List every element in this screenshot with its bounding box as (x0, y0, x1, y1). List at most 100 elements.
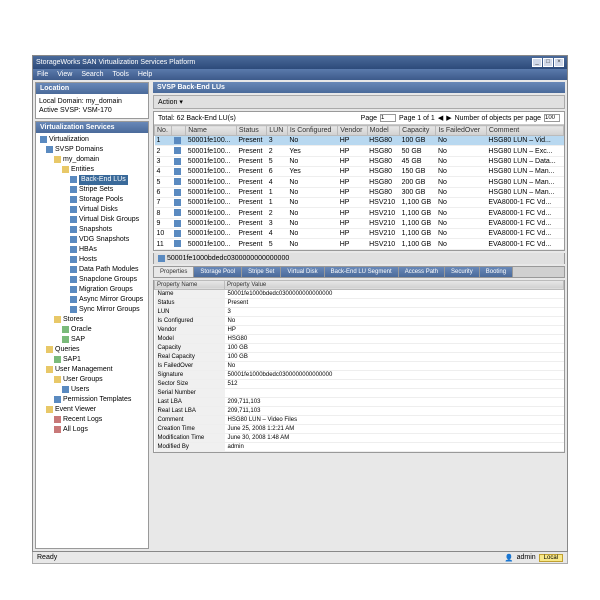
disk-icon (174, 147, 181, 154)
tree-node[interactable]: Recent Logs (38, 415, 146, 425)
column-header[interactable]: Name (186, 126, 237, 136)
property-row: Serial Number (155, 388, 564, 397)
tree-node[interactable]: All Logs (38, 425, 146, 435)
tree-node[interactable]: Virtualization (38, 135, 146, 145)
close-button[interactable]: × (554, 58, 564, 67)
tree-node[interactable]: SVSP Domains (38, 145, 146, 155)
active-svsp-value: VSM-170 (83, 107, 112, 114)
table-row[interactable]: 1150001fe100...Present5NoHPHSV2101,100 G… (155, 239, 564, 249)
tree-node[interactable]: Data Path Modules (38, 265, 146, 275)
menu-tools[interactable]: Tools (113, 71, 129, 78)
tree-node[interactable]: SAP (38, 335, 146, 345)
column-header[interactable]: Model (367, 126, 400, 136)
tree-node[interactable]: Queries (38, 345, 146, 355)
column-header[interactable]: Vendor (338, 126, 367, 136)
tab-properties[interactable]: Properties (154, 267, 194, 277)
tab-booting[interactable]: Booting (480, 267, 513, 277)
tree-node[interactable]: Event Viewer (38, 405, 146, 415)
property-row: Real Capacity100 GB (155, 352, 564, 361)
local-domain-value: my_domain (86, 98, 122, 105)
property-row: Is FailedOverNo (155, 361, 564, 370)
tab-access-path[interactable]: Access Path (399, 267, 445, 277)
column-header[interactable]: LUN (267, 126, 288, 136)
tab-back-end-lu-segment[interactable]: Back-End LU Segment (325, 267, 399, 277)
table-row[interactable]: 650001fe100...Present1NoHPHSG80300 GBNoH… (155, 187, 564, 197)
location-header: Location (36, 83, 148, 94)
tree-node[interactable]: Sync Mirror Groups (38, 305, 146, 315)
tree-node[interactable]: Oracle (38, 325, 146, 335)
page-size-input[interactable] (544, 114, 560, 122)
tree-icon (70, 186, 77, 193)
column-header[interactable]: Comment (486, 126, 563, 136)
column-header[interactable]: Is FailedOver (436, 126, 486, 136)
tree-node[interactable]: Virtual Disk Groups (38, 215, 146, 225)
property-row: Modified Byadmin (155, 442, 564, 451)
action-menu[interactable]: Action ▾ (158, 98, 183, 106)
tree-node[interactable]: my_domain (38, 155, 146, 165)
page-next-icon[interactable]: ▶ (446, 114, 451, 122)
tree-node[interactable]: VDG Snapshots (38, 235, 146, 245)
tree-node[interactable]: Snapshots (38, 225, 146, 235)
tab-stripe-set[interactable]: Stripe Set (242, 267, 281, 277)
tree-node[interactable]: Virtual Disks (38, 205, 146, 215)
menu-help[interactable]: Help (138, 71, 152, 78)
menu-file[interactable]: File (37, 71, 48, 78)
table-row[interactable]: 350001fe100...Present5NoHPHSG8045 GBNoHS… (155, 156, 564, 166)
navigation-tree[interactable]: VirtualizationSVSP Domainsmy_domainEntit… (36, 133, 148, 437)
tree-icon (70, 206, 77, 213)
tab-storage-pool[interactable]: Storage Pool (194, 267, 242, 277)
menu-view[interactable]: View (57, 71, 72, 78)
tree-node[interactable]: Entities (38, 165, 146, 175)
tree-node[interactable]: Stripe Sets (38, 185, 146, 195)
tree-node[interactable]: SAP1 (38, 355, 146, 365)
tab-security[interactable]: Security (445, 267, 480, 277)
page-prev-icon[interactable]: ◀ (438, 114, 443, 122)
page-input[interactable] (380, 114, 396, 122)
tree-node[interactable]: Migration Groups (38, 285, 146, 295)
column-header[interactable]: No. (155, 126, 172, 136)
tree-node[interactable]: Hosts (38, 255, 146, 265)
table-row[interactable]: 450001fe100...Present6YesHPHSG80150 GBNo… (155, 167, 564, 177)
table-row[interactable]: 250001fe100...Present2YesHPHSG8050 GBNoH… (155, 146, 564, 156)
property-row: Name50001fe1000bdedc0300000000000000 (155, 289, 564, 298)
tab-virtual-disk[interactable]: Virtual Disk (281, 267, 324, 277)
column-header[interactable] (172, 126, 186, 136)
property-row: Sector Size512 (155, 379, 564, 388)
tree-icon (46, 406, 53, 413)
tree-icon (70, 216, 77, 223)
column-header[interactable]: Is Configured (287, 126, 337, 136)
tree-node[interactable]: Snapclone Groups (38, 275, 146, 285)
tree-node[interactable]: Back-End LUs (38, 175, 146, 185)
tree-node[interactable]: User Management (38, 365, 146, 375)
tree-node[interactable]: Async Mirror Groups (38, 295, 146, 305)
column-header[interactable]: Capacity (400, 126, 436, 136)
disk-icon (174, 209, 181, 216)
column-header[interactable]: Status (236, 126, 266, 136)
table-row[interactable]: 550001fe100...Present4NoHPHSG80200 GBNoH… (155, 177, 564, 187)
disk-icon (174, 168, 181, 175)
tree-node[interactable]: Users (38, 385, 146, 395)
tree-node[interactable]: HBAs (38, 245, 146, 255)
property-row: Real Last LBA209,711,103 (155, 406, 564, 415)
maximize-button[interactable]: □ (543, 58, 553, 67)
location-panel: Location Local Domain: my_domain Active … (35, 82, 149, 119)
tree-node[interactable]: Permission Templates (38, 395, 146, 405)
window-title: StorageWorks SAN Virtualization Services… (36, 59, 195, 66)
menu-search[interactable]: Search (81, 71, 103, 78)
table-row[interactable]: 850001fe100...Present2NoHPHSV2101,100 GB… (155, 208, 564, 218)
tree-icon (70, 246, 77, 253)
property-row: CommentHSG80 LUN – Video Files (155, 415, 564, 424)
lun-table: No. NameStatusLUNIs ConfiguredVendorModel… (154, 125, 564, 250)
table-row[interactable]: 950001fe100...Present3NoHPHSV2101,100 GB… (155, 218, 564, 228)
status-bar: Ready 👤 admin Local (32, 552, 568, 564)
table-row[interactable]: 750001fe100...Present1NoHPHSV2101,100 GB… (155, 198, 564, 208)
tree-node[interactable]: User Groups (38, 375, 146, 385)
status-local-button[interactable]: Local (539, 554, 563, 562)
tree-icon (54, 316, 61, 323)
table-row[interactable]: 1050001fe100...Present4NoHPHSV2101,100 G… (155, 229, 564, 239)
tree-node[interactable]: Stores (38, 315, 146, 325)
tree-node[interactable]: Storage Pools (38, 195, 146, 205)
property-row: StatusPresent (155, 298, 564, 307)
minimize-button[interactable]: _ (532, 58, 542, 67)
table-row[interactable]: 150001fe100...Present3NoHPHSG80100 GBNoH… (155, 136, 564, 146)
